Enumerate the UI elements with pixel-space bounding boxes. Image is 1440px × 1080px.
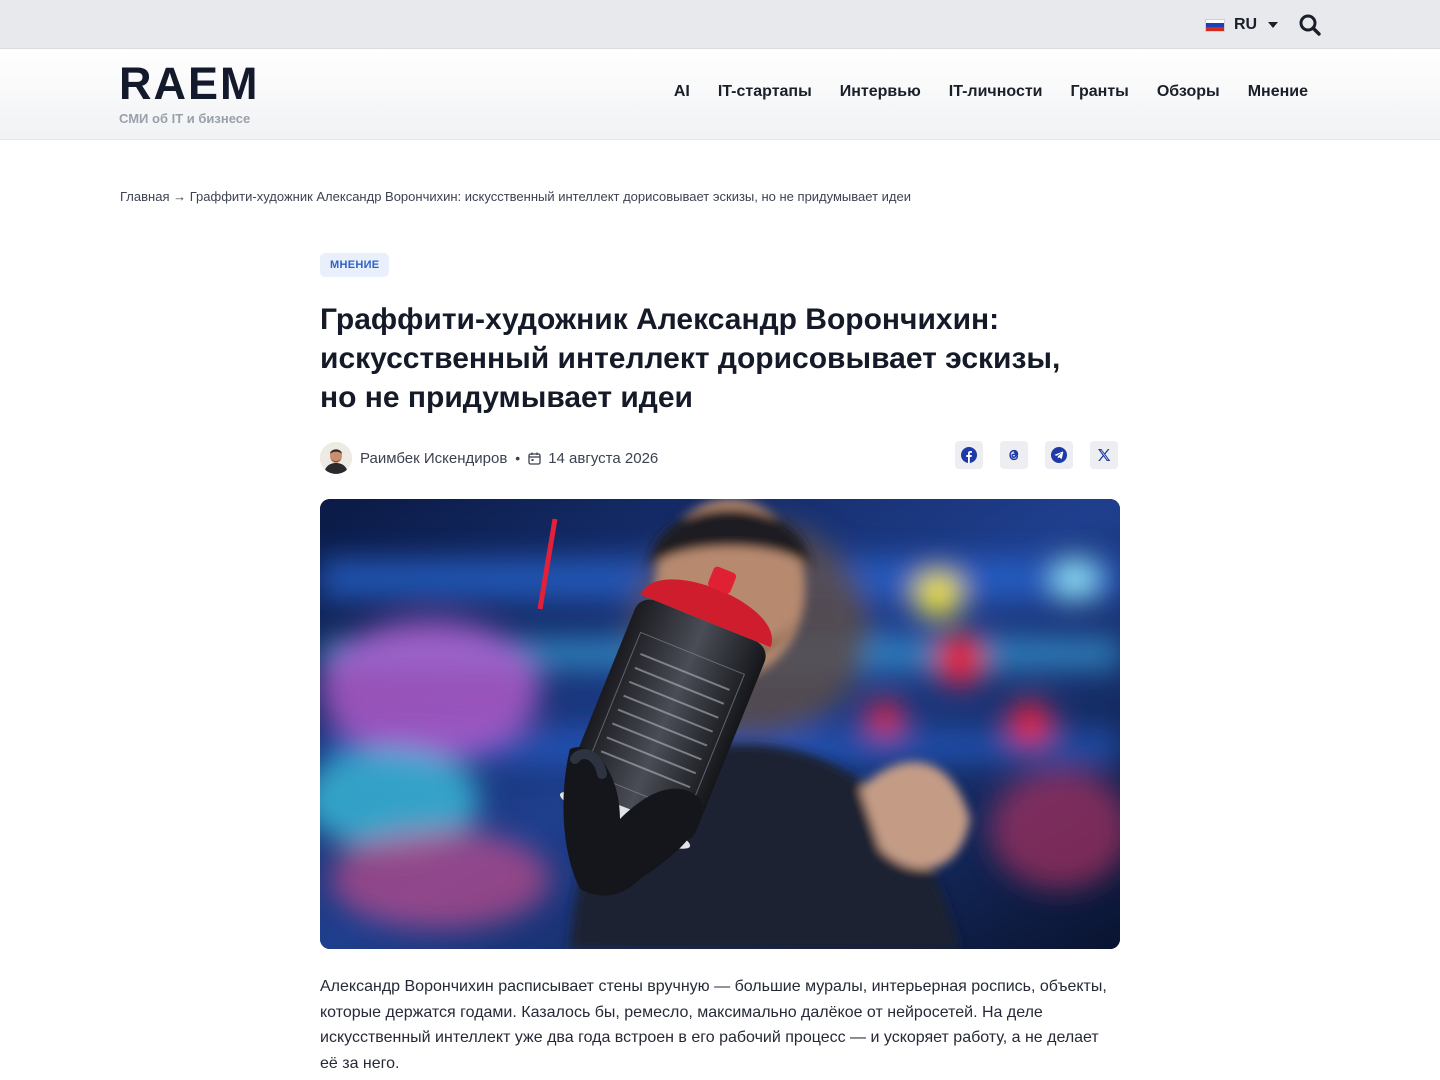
language-selector[interactable]: RU	[1205, 14, 1279, 36]
nav-item-it-people[interactable]: IT-личности	[949, 83, 1043, 101]
share-x-button[interactable]	[1090, 441, 1118, 469]
author-name[interactable]: Раимбек Искендиров	[360, 450, 507, 467]
chevron-down-icon	[1268, 22, 1279, 28]
nav-item-grants[interactable]: Гранты	[1071, 83, 1129, 101]
threads-icon	[1009, 449, 1019, 461]
nav-item-opinion[interactable]: Мнение	[1248, 83, 1308, 101]
top-bar: RU	[0, 0, 1440, 49]
logo-wordmark: RAEM	[119, 58, 260, 109]
facebook-icon	[961, 447, 977, 463]
title-line: Граффити-художник Александр Ворончихин:	[320, 303, 1000, 336]
nav-item-it-startups[interactable]: IT-стартапы	[718, 83, 812, 101]
site-logo[interactable]: RAEM СМИ об IT и бизнесе	[119, 58, 260, 127]
breadcrumb-separator: →	[173, 189, 187, 204]
telegram-icon	[1051, 447, 1067, 463]
logo-tagline: СМИ об IT и бизнесе	[119, 111, 251, 126]
nav-item-ai[interactable]: AI	[674, 83, 690, 101]
author-avatar[interactable]	[320, 442, 352, 474]
x-icon	[1098, 449, 1111, 461]
breadcrumb: Главная → Граффити-художник Александр Во…	[120, 189, 911, 204]
article-meta: Раимбек Искендиров • 14 августа 2026	[320, 441, 658, 475]
calendar-icon	[528, 452, 541, 465]
publish-date: 14 августа 2026	[548, 449, 659, 467]
search-icon[interactable]	[1298, 13, 1322, 37]
russia-flag-icon	[1205, 18, 1225, 32]
title-line: искусственный интеллект дорисовывает эск…	[320, 342, 1061, 375]
hero-image	[320, 499, 1120, 949]
nav-item-reviews[interactable]: Обзоры	[1157, 83, 1220, 101]
share-telegram-button[interactable]	[1045, 441, 1073, 469]
title-line: но не придумывает идеи	[320, 381, 693, 414]
meta-separator: •	[515, 450, 521, 466]
share-facebook-button[interactable]	[955, 441, 983, 469]
category-badge[interactable]: МНЕНИЕ	[320, 253, 390, 277]
share-threads-button[interactable]	[1000, 441, 1028, 469]
nav-item-interviews[interactable]: Интервью	[840, 83, 921, 101]
main-nav: AI IT-стартапы Интервью IT-личности Гран…	[674, 83, 1308, 101]
site-header: RAEM СМИ об IT и бизнесе AI IT-стартапы …	[0, 49, 1440, 140]
breadcrumb-home[interactable]: Главная	[120, 189, 169, 204]
article-lead: Александр Ворончихин расписывает стены в…	[320, 978, 1107, 1072]
breadcrumb-current: Граффити-художник Александр Ворончихин: …	[189, 189, 911, 204]
article-title: Граффити-художник Александр Ворончихин: …	[320, 300, 1140, 417]
language-code: RU	[1234, 16, 1258, 33]
